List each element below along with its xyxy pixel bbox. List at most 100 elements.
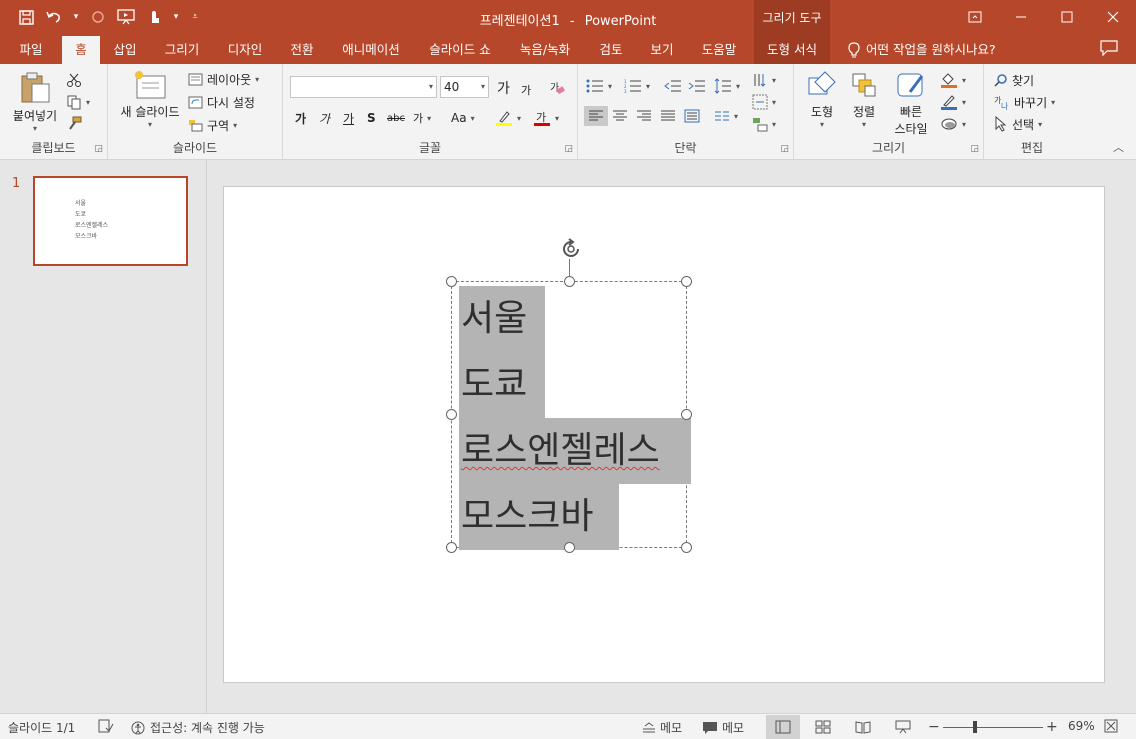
text-box[interactable]: 서울 도쿄 로스엔젤레스 모스크바: [446, 276, 692, 553]
clear-formatting-button[interactable]: 가: [549, 78, 565, 98]
tab-animations[interactable]: 애니메이션: [332, 36, 410, 64]
collapse-ribbon-icon[interactable]: ︿: [1113, 139, 1124, 155]
minimize-icon[interactable]: [998, 0, 1044, 34]
bold-button[interactable]: 가: [295, 108, 306, 128]
tab-home[interactable]: 홈: [62, 36, 100, 64]
justify-button[interactable]: [660, 106, 676, 126]
resize-handle-left[interactable]: [446, 409, 457, 420]
highlight-button[interactable]: ▾: [495, 108, 521, 128]
resize-handle-top-left[interactable]: [446, 276, 457, 287]
arrange-button[interactable]: 정렬 ▾: [844, 70, 884, 129]
italic-button[interactable]: 가: [319, 108, 330, 128]
text-line-los-angeles[interactable]: 로스엔젤레스: [459, 418, 691, 484]
tab-review[interactable]: 검토: [590, 36, 632, 64]
shapes-button[interactable]: 도형 ▾: [802, 70, 842, 129]
save-icon[interactable]: [14, 6, 38, 28]
tab-slide-show[interactable]: 슬라이드 쇼: [420, 36, 500, 64]
resize-handle-bottom-right[interactable]: [681, 542, 692, 553]
tab-view[interactable]: 보기: [642, 36, 682, 64]
zoom-slider-thumb[interactable]: [973, 721, 977, 733]
shape-fill-button[interactable]: ▾: [940, 70, 966, 90]
tab-recording[interactable]: 녹음/녹화: [510, 36, 580, 64]
tab-help[interactable]: 도움말: [692, 36, 746, 64]
paste-button[interactable]: 붙여넣기 ▾: [8, 70, 62, 133]
tab-file[interactable]: 파일: [10, 36, 52, 64]
font-color-button[interactable]: 가 ▾: [533, 108, 559, 128]
slide-show-button[interactable]: [886, 715, 920, 739]
redo-icon[interactable]: [86, 6, 110, 28]
font-name-combo[interactable]: ▾: [290, 76, 437, 98]
slide-thumbnail[interactable]: 서울 도쿄 로스엔젤레스 모스크바: [33, 176, 188, 266]
smartart-button[interactable]: ▾: [752, 114, 776, 134]
copy-button[interactable]: ▾: [66, 92, 90, 112]
tab-shape-format[interactable]: 도형 서식: [754, 36, 830, 64]
rotate-handle-icon[interactable]: [560, 238, 582, 265]
paragraph-launcher-icon[interactable]: ◲: [780, 144, 789, 154]
spell-check-icon[interactable]: [98, 719, 114, 733]
comments-button[interactable]: 메모: [702, 719, 744, 736]
resize-handle-bottom-left[interactable]: [446, 542, 457, 553]
cut-button[interactable]: [66, 70, 82, 90]
shape-effects-button[interactable]: ▾: [940, 114, 966, 134]
layout-button[interactable]: 레이아웃 ▾: [188, 69, 259, 89]
text-line-tokyo[interactable]: 도쿄: [459, 352, 545, 418]
present-from-beginning-icon[interactable]: [114, 6, 138, 28]
zoom-level[interactable]: 69%: [1068, 719, 1095, 733]
distributed-button[interactable]: [684, 106, 700, 126]
section-button[interactable]: 구역 ▾: [188, 115, 237, 135]
quick-styles-button[interactable]: 빠른 스타일: [886, 70, 936, 137]
reading-view-button[interactable]: [846, 715, 880, 739]
increase-indent-button[interactable]: [688, 76, 706, 96]
character-spacing-button[interactable]: 가 ▾: [413, 108, 431, 128]
format-painter-button[interactable]: [66, 114, 82, 134]
resize-handle-top-right[interactable]: [681, 276, 692, 287]
close-icon[interactable]: [1090, 0, 1136, 34]
font-launcher-icon[interactable]: ◲: [564, 144, 573, 154]
undo-dropdown-icon[interactable]: ▾: [70, 12, 82, 22]
zoom-in-button[interactable]: +: [1046, 719, 1058, 735]
shadow-button[interactable]: S: [367, 108, 376, 128]
customize-qat-icon[interactable]: ⩡: [186, 12, 204, 22]
text-line-moscow[interactable]: 모스크바: [459, 484, 619, 550]
new-slide-button[interactable]: 새 슬라이드 ▾: [116, 70, 184, 129]
tab-transitions[interactable]: 전환: [282, 36, 322, 64]
text-line-seoul[interactable]: 서울: [459, 286, 545, 352]
slide-sorter-button[interactable]: [806, 715, 840, 739]
align-left-button[interactable]: [584, 106, 608, 126]
line-spacing-button[interactable]: ▾: [714, 76, 740, 96]
grow-font-button[interactable]: 가: [497, 78, 510, 98]
bullets-button[interactable]: ▾: [586, 76, 612, 96]
decrease-indent-button[interactable]: [664, 76, 682, 96]
align-right-button[interactable]: [636, 106, 652, 126]
align-center-button[interactable]: [612, 106, 628, 126]
paste-dropdown-icon[interactable]: ▾: [8, 124, 62, 133]
normal-view-button[interactable]: [766, 715, 800, 739]
zoom-out-button[interactable]: −: [928, 719, 940, 735]
undo-icon[interactable]: [42, 6, 66, 28]
new-slide-dropdown-icon[interactable]: ▾: [116, 120, 184, 129]
tab-insert[interactable]: 삽입: [104, 36, 146, 64]
touch-mode-icon[interactable]: [142, 6, 166, 28]
shrink-font-button[interactable]: 가: [521, 80, 531, 100]
comments-icon[interactable]: [1100, 40, 1120, 58]
ribbon-display-options-icon[interactable]: [952, 0, 998, 34]
font-size-combo[interactable]: 40 ▾: [440, 76, 489, 98]
touch-mode-dropdown-icon[interactable]: ▾: [170, 12, 182, 22]
strikethrough-button[interactable]: abc: [387, 108, 405, 128]
resize-handle-bottom[interactable]: [564, 542, 575, 553]
align-text-button[interactable]: ▾: [752, 92, 776, 112]
resize-handle-top[interactable]: [564, 276, 575, 287]
zoom-slider-track[interactable]: [943, 727, 1043, 728]
tab-draw[interactable]: 그리기: [156, 36, 208, 64]
find-button[interactable]: 찾기: [994, 70, 1034, 90]
accessibility-status[interactable]: 접근성: 계속 진행 가능: [130, 719, 265, 736]
fit-to-window-icon[interactable]: [1104, 719, 1118, 733]
tell-me-search[interactable]: 어떤 작업을 원하시나요?: [848, 36, 996, 64]
shape-outline-button[interactable]: ▾: [940, 92, 966, 112]
text-direction-button[interactable]: ▾: [752, 70, 776, 90]
copy-dropdown-icon[interactable]: ▾: [86, 98, 90, 107]
change-case-button[interactable]: Aa ▾: [451, 108, 475, 128]
replace-button[interactable]: 가나 바꾸기 ▾: [994, 92, 1055, 112]
tab-design[interactable]: 디자인: [218, 36, 272, 64]
resize-handle-right[interactable]: [681, 409, 692, 420]
